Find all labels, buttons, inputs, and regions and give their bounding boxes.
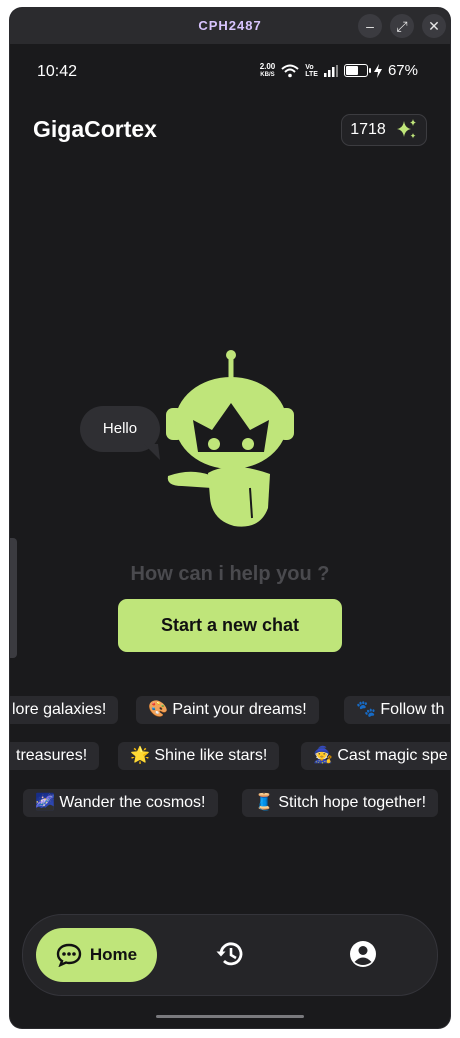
edge-panel-handle[interactable]	[10, 538, 17, 658]
volte-icon: Vo LTE	[305, 63, 318, 78]
nav-home-label: Home	[89, 945, 138, 964]
nav-home-button[interactable]: Home	[36, 928, 157, 982]
sparkle-icon	[396, 119, 416, 139]
suggestion-chip[interactable]: 🎨 Paint your dreams!	[136, 696, 319, 724]
signal-icon	[323, 64, 338, 77]
maximize-button[interactable]: ⤢	[390, 14, 414, 38]
charging-icon	[373, 63, 382, 78]
robot-mascot-icon	[166, 350, 294, 527]
suggestion-chip[interactable]: 🌌 Wander the cosmos!	[23, 789, 218, 817]
home-indicator[interactable]	[156, 1015, 304, 1018]
suggestion-chip[interactable]: 🧵 Stitch hope together!	[242, 789, 439, 817]
status-time: 10:42	[37, 63, 78, 80]
bottom-navigation: Home	[22, 914, 438, 996]
credits-badge[interactable]: 1718	[341, 114, 427, 146]
app-window: CPH2487 – ⤢ ✕ 10:42 2.00 KB/S Vo LTE 67% G…	[10, 8, 450, 1028]
close-button[interactable]: ✕	[422, 14, 446, 38]
wifi-icon	[281, 64, 299, 77]
credits-count: 1718	[350, 121, 386, 138]
window-title: CPH2487	[198, 18, 262, 33]
chat-icon	[56, 943, 82, 967]
minimize-button[interactable]: –	[358, 14, 382, 38]
suggestion-chip[interactable]: treasures!	[10, 742, 100, 770]
status-bar-right: 2.00 KB/S Vo LTE 67%	[260, 62, 418, 79]
profile-icon[interactable]	[348, 939, 378, 969]
window-titlebar: CPH2487 – ⤢ ✕	[10, 8, 450, 44]
battery-percent: 67%	[387, 62, 418, 79]
battery-icon	[343, 64, 371, 77]
suggestion-chip[interactable]: 🌟 Shine like stars!	[118, 742, 280, 770]
start-new-chat-button[interactable]: Start a new chat	[118, 599, 342, 652]
suggestion-chip[interactable]: lore galaxies!	[10, 696, 119, 724]
app-title: GigaCortex	[33, 116, 157, 142]
network-speed: 2.00 KB/S	[259, 61, 276, 78]
help-prompt: How can i help you ?	[130, 563, 330, 585]
history-icon[interactable]	[215, 939, 245, 969]
suggestion-chip[interactable]: 🐾 Follow th	[344, 696, 450, 724]
suggestion-chip[interactable]: 🧙 Cast magic spe	[301, 742, 450, 770]
